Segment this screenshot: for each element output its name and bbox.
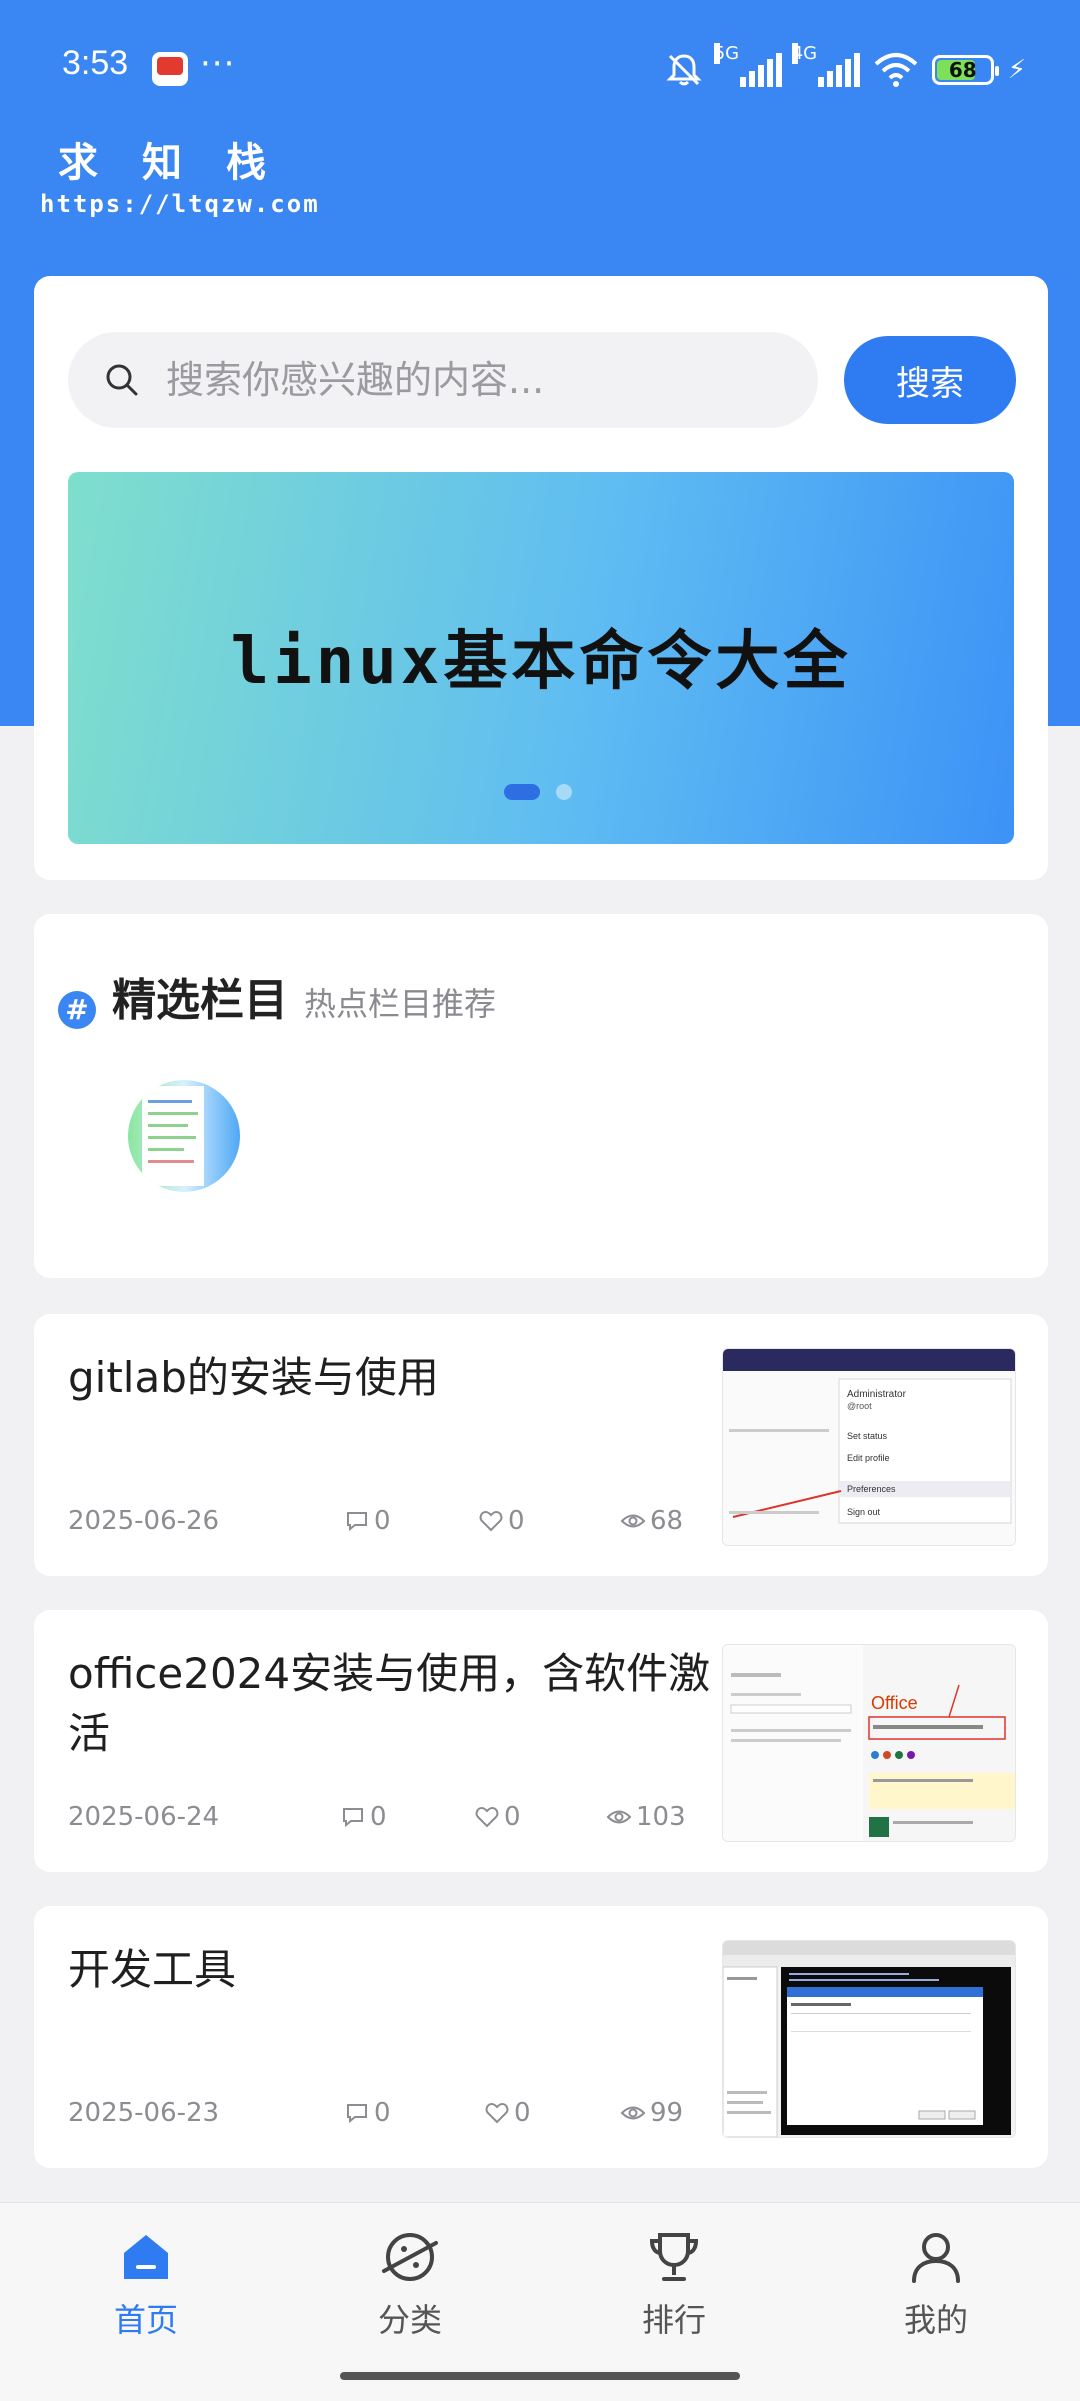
view-count: 99 [620, 2098, 683, 2128]
carousel-dot[interactable] [556, 784, 572, 800]
article-thumbnail[interactable]: Administrator @root Set status Edit prof… [722, 1348, 1016, 1546]
comment-icon [343, 1808, 363, 1828]
nav-label-home: 首页 [113, 2301, 178, 2339]
eye-icon [620, 2106, 646, 2120]
view-count-value: 103 [636, 1802, 686, 1832]
like-count: 0 [484, 2098, 531, 2128]
heart-icon [475, 1806, 499, 1828]
nav-tab-ranking[interactable]: 排行 [604, 2227, 744, 2341]
status-time: 3:53 [62, 44, 129, 82]
search-button[interactable]: 搜索 [844, 336, 1016, 424]
comment-count-value: 0 [370, 1802, 387, 1832]
network-4g-label: 4G [791, 43, 818, 64]
app-notification-icon [152, 52, 188, 86]
home-icon [124, 2235, 168, 2279]
thumb-sign-out: Sign out [847, 1507, 881, 1517]
search-icon [106, 364, 138, 396]
heart-icon [479, 1510, 503, 1532]
thumb-office: Office [871, 1693, 918, 1713]
banner-carousel[interactable]: linux基本命令大全 [68, 472, 1014, 844]
thumb-root: @root [847, 1401, 872, 1411]
charging-icon: ⚡ [1007, 55, 1026, 85]
thumb-set-status: Set status [847, 1431, 888, 1441]
nav-label-category: 分类 [377, 2301, 442, 2339]
nav-tab-category[interactable]: 分类 [340, 2227, 480, 2341]
devtools-screenshot-thumbnail [723, 1941, 1015, 2137]
featured-title: 精选栏目 [112, 975, 288, 1026]
network-5g-label: 5G [713, 43, 740, 64]
featured-column-thumbnail[interactable] [128, 1080, 240, 1192]
comment-count: 0 [344, 2098, 391, 2128]
carousel-indicator [504, 784, 572, 800]
user-icon [912, 2233, 960, 2283]
article-meta: 2025-06-26 0 0 68 [68, 1502, 688, 1542]
more-notifications-icon: ··· [200, 44, 236, 84]
carousel-dot-active[interactable] [504, 784, 540, 800]
article-date: 2025-06-23 [68, 2098, 220, 2128]
battery-icon: 68 [931, 55, 999, 85]
site-name: 求知栈 [58, 139, 310, 186]
comment-count-value: 0 [374, 1506, 391, 1536]
like-count-value: 0 [514, 2098, 531, 2128]
article-date: 2025-06-24 [68, 1802, 220, 1832]
comment-icon [347, 2104, 367, 2124]
home-indicator[interactable] [340, 2372, 740, 2380]
signal-5g-icon: 5G [713, 43, 782, 87]
like-count: 0 [478, 1506, 525, 1536]
hashtag-icon: # [58, 990, 96, 1029]
comment-count: 0 [340, 1802, 387, 1832]
gitlab-screenshot-thumbnail: Administrator @root Set status Edit prof… [723, 1349, 1015, 1545]
view-count-value: 99 [650, 2098, 684, 2128]
like-count: 0 [474, 1802, 521, 1832]
nav-label-ranking: 排行 [641, 2301, 706, 2339]
article-title[interactable]: gitlab的安装与使用 [68, 1348, 728, 1408]
site-url: https://ltqzw.com [40, 190, 320, 218]
view-count: 68 [620, 1506, 683, 1536]
thumb-preferences: Preferences [847, 1484, 896, 1494]
battery-level: 68 [948, 58, 977, 82]
article-title[interactable]: office2024安装与使用，含软件激活 [68, 1644, 728, 1764]
search-card: 搜索 linux基本命令大全 [34, 276, 1048, 880]
eye-icon [606, 1810, 632, 1824]
signal-4g-icon: 4G [791, 43, 860, 87]
article-card[interactable]: gitlab的安装与使用 2025-06-26 0 0 68 Administr… [34, 1314, 1048, 1576]
thumb-admin: Administrator [847, 1389, 907, 1400]
search-box[interactable] [68, 332, 818, 428]
nav-tab-profile[interactable]: 我的 [866, 2227, 1006, 2341]
article-meta: 2025-06-24 0 0 103 [68, 1798, 688, 1838]
status-icons: 5G 4G 68 ⚡ [664, 43, 1026, 92]
article-meta: 2025-06-23 0 0 99 [68, 2094, 688, 2134]
comment-count-value: 0 [374, 2098, 391, 2128]
site-logo: 求知栈 https://ltqzw.com [40, 130, 320, 218]
view-count: 103 [606, 1802, 686, 1832]
article-thumbnail[interactable] [722, 1940, 1016, 2138]
comment-icon [347, 1512, 367, 1532]
article-card[interactable]: office2024安装与使用，含软件激活 2025-06-24 0 0 103… [34, 1610, 1048, 1872]
like-count-value: 0 [504, 1802, 521, 1832]
office-screenshot-thumbnail: Office [723, 1645, 1015, 1841]
nav-label-profile: 我的 [903, 2301, 968, 2339]
featured-header: # 精选栏目 热点栏目推荐 [58, 964, 497, 1029]
article-title[interactable]: 开发工具 [68, 1940, 728, 2000]
article-date: 2025-06-26 [68, 1506, 220, 1536]
featured-section: # 精选栏目 热点栏目推荐 [34, 914, 1048, 1278]
view-count-value: 68 [650, 1506, 684, 1536]
mute-icon [666, 54, 702, 86]
search-input[interactable] [164, 357, 728, 403]
wifi-icon [874, 53, 918, 87]
featured-subtitle: 热点栏目推荐 [304, 985, 497, 1023]
article-card[interactable]: 开发工具 2025-06-23 0 0 99 [34, 1906, 1048, 2168]
trophy-icon [649, 2233, 699, 2281]
banner-title: linux基本命令大全 [230, 625, 852, 699]
like-count-value: 0 [508, 1506, 525, 1536]
comment-count: 0 [344, 1506, 391, 1536]
planet-icon [382, 2233, 438, 2281]
article-thumbnail[interactable]: Office [722, 1644, 1016, 1842]
thumb-edit-profile: Edit profile [847, 1453, 890, 1463]
eye-icon [620, 1514, 646, 1528]
heart-icon [485, 2102, 509, 2124]
status-bar: 3:53 ··· 5G 4G 68 ⚡ [0, 0, 1080, 140]
nav-tab-home[interactable]: 首页 [76, 2227, 216, 2341]
